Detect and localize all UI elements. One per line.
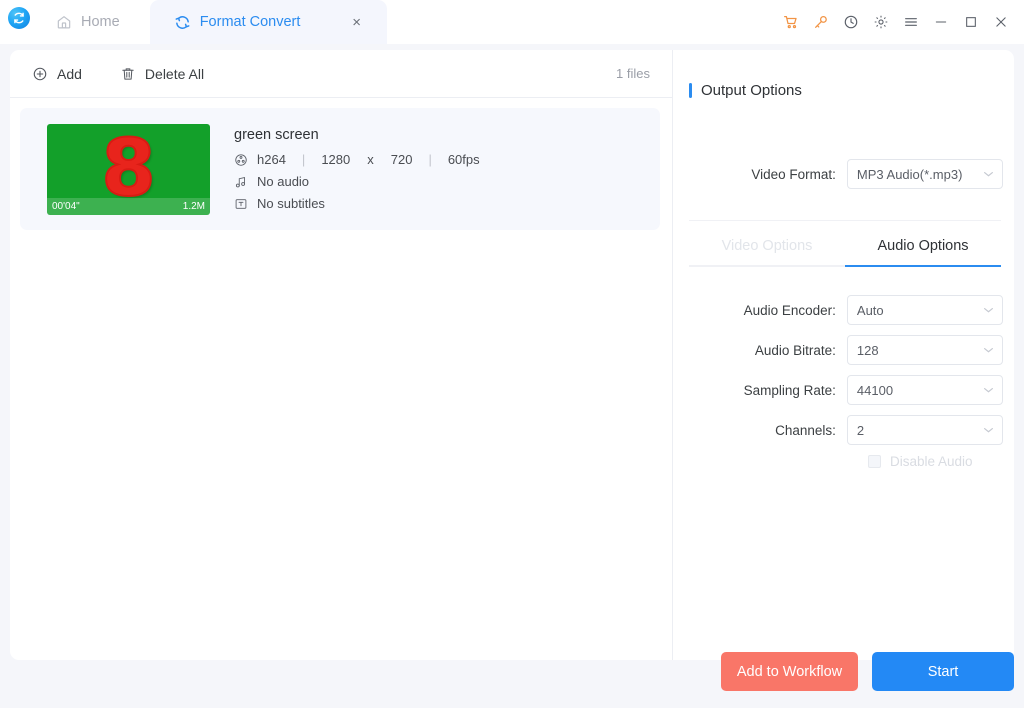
history-clock-icon[interactable] xyxy=(836,7,866,37)
delete-all-button[interactable]: Delete All xyxy=(120,66,204,82)
sampling-rate-select[interactable]: 44100 xyxy=(846,375,1003,405)
audio-bitrate-row: Audio Bitrate: 128 xyxy=(683,335,1003,365)
dimension-x: x xyxy=(367,152,374,167)
close-icon[interactable] xyxy=(986,7,1016,37)
options-tab-underline xyxy=(689,265,1001,267)
subtitle-text-icon xyxy=(234,197,248,211)
section-separator xyxy=(689,220,1001,221)
tab-home[interactable]: Home xyxy=(44,0,150,44)
meta-separator-1: | xyxy=(301,152,306,167)
menu-icon[interactable] xyxy=(896,7,926,37)
video-format-label: Video Format: xyxy=(751,166,836,182)
file-title: green screen xyxy=(234,127,319,143)
main-content: Add Delete All 1 files 8 00'04" 1.2M gre… xyxy=(0,44,1024,708)
home-icon xyxy=(56,14,72,30)
chevron-down-icon xyxy=(983,347,994,354)
video-format-select[interactable]: MP3 Audio(*.mp3) xyxy=(846,159,1003,189)
underline-video xyxy=(689,265,845,267)
file-list-item[interactable]: 8 00'04" 1.2M green screen h264 | 1280 x… xyxy=(20,108,660,230)
file-audio-info-row: No audio xyxy=(234,174,480,189)
meta-separator-2: | xyxy=(428,152,432,167)
file-fps: 60fps xyxy=(447,152,480,167)
minimize-icon[interactable] xyxy=(926,7,956,37)
key-icon[interactable] xyxy=(806,7,836,37)
tab-audio-options[interactable]: Audio Options xyxy=(845,238,1001,265)
audio-encoder-row: Audio Encoder: Auto xyxy=(683,295,1003,325)
file-subtitle-status: No subtitles xyxy=(257,196,325,211)
video-thumbnail: 8 00'04" 1.2M xyxy=(47,123,210,215)
maximize-icon[interactable] xyxy=(956,7,986,37)
disable-audio-label: Disable Audio xyxy=(890,454,973,469)
video-format-row: Video Format: MP3 Audio(*.mp3) xyxy=(683,159,1003,189)
file-video-info-row: h264 | 1280 x 720 | 60fps xyxy=(234,152,480,167)
add-button-label: Add xyxy=(57,65,82,82)
channels-select[interactable]: 2 xyxy=(846,415,1003,445)
plus-circle-icon xyxy=(32,66,48,82)
file-audio-status: No audio xyxy=(257,174,310,189)
settings-gear-icon[interactable] xyxy=(866,7,896,37)
accent-bar xyxy=(689,83,692,98)
output-options-panel: Output Options Video Format: MP3 Audio(*… xyxy=(673,50,1014,660)
start-button[interactable]: Start xyxy=(872,652,1014,691)
sampling-rate-value: 44100 xyxy=(856,382,894,398)
thumbnail-duration: 00'04" xyxy=(52,200,80,212)
tab-home-label: Home xyxy=(81,14,120,30)
chevron-down-icon xyxy=(983,171,994,178)
file-width: 1280 xyxy=(321,152,351,167)
tab-strip: Home Format Convert × xyxy=(44,0,387,44)
delete-all-button-label: Delete All xyxy=(144,65,205,82)
file-height: 720 xyxy=(390,152,413,167)
file-subtitle-info-row: No subtitles xyxy=(234,196,480,211)
app-logo-swirl-icon xyxy=(8,7,30,29)
chevron-down-icon xyxy=(983,427,994,434)
window-controls xyxy=(776,0,1016,44)
app-window: Home Format Convert × Add Delete All 1 f… xyxy=(0,0,1024,708)
audio-encoder-label: Audio Encoder: xyxy=(743,302,836,318)
sampling-rate-label: Sampling Rate: xyxy=(743,382,836,398)
tab-close-icon[interactable]: × xyxy=(349,15,365,30)
music-note-icon xyxy=(234,175,248,189)
disable-audio-checkbox[interactable] xyxy=(868,455,881,468)
add-button[interactable]: Add xyxy=(32,66,82,82)
convert-refresh-icon xyxy=(174,14,191,31)
audio-encoder-select[interactable]: Auto xyxy=(846,295,1003,325)
action-bar: Add to Workflow Start xyxy=(721,652,1014,691)
file-codec: h264 xyxy=(257,152,286,167)
cart-icon[interactable] xyxy=(776,7,806,37)
title-bar: Home Format Convert × xyxy=(0,0,1024,44)
thumbnail-filesize: 1.2M xyxy=(182,200,205,212)
channels-row: Channels: 2 xyxy=(683,415,1003,445)
add-to-workflow-button[interactable]: Add to Workflow xyxy=(721,652,858,691)
tab-video-options[interactable]: Video Options xyxy=(689,238,845,265)
underline-audio xyxy=(845,265,1001,267)
audio-bitrate-select[interactable]: 128 xyxy=(846,335,1003,365)
options-tab-strip: Video Options Audio Options xyxy=(689,238,1001,267)
video-format-value: MP3 Audio(*.mp3) xyxy=(856,166,963,182)
trash-icon xyxy=(120,66,136,82)
file-list-panel: Add Delete All 1 files 8 00'04" 1.2M gre… xyxy=(10,50,672,660)
output-options-header: Output Options xyxy=(689,82,802,99)
file-toolbar: Add Delete All 1 files xyxy=(10,50,672,98)
disable-audio-row[interactable]: Disable Audio xyxy=(868,454,973,469)
channels-value: 2 xyxy=(856,422,865,438)
thumbnail-info-bar: 00'04" 1.2M xyxy=(47,197,210,215)
film-reel-icon xyxy=(234,153,248,167)
audio-bitrate-label: Audio Bitrate: xyxy=(754,342,836,358)
files-count-label: 1 files xyxy=(616,66,650,81)
sampling-rate-row: Sampling Rate: 44100 xyxy=(683,375,1003,405)
tab-format-convert[interactable]: Format Convert × xyxy=(149,0,387,44)
chevron-down-icon xyxy=(983,307,994,314)
channels-label: Channels: xyxy=(775,422,836,438)
audio-bitrate-value: 128 xyxy=(856,342,879,358)
chevron-down-icon xyxy=(983,387,994,394)
tab-format-convert-label: Format Convert xyxy=(199,14,301,30)
file-metadata: green screen h264 | 1280 x 720 | 60fps N… xyxy=(234,127,480,211)
output-options-title: Output Options xyxy=(701,82,802,99)
audio-encoder-value: Auto xyxy=(856,302,884,318)
